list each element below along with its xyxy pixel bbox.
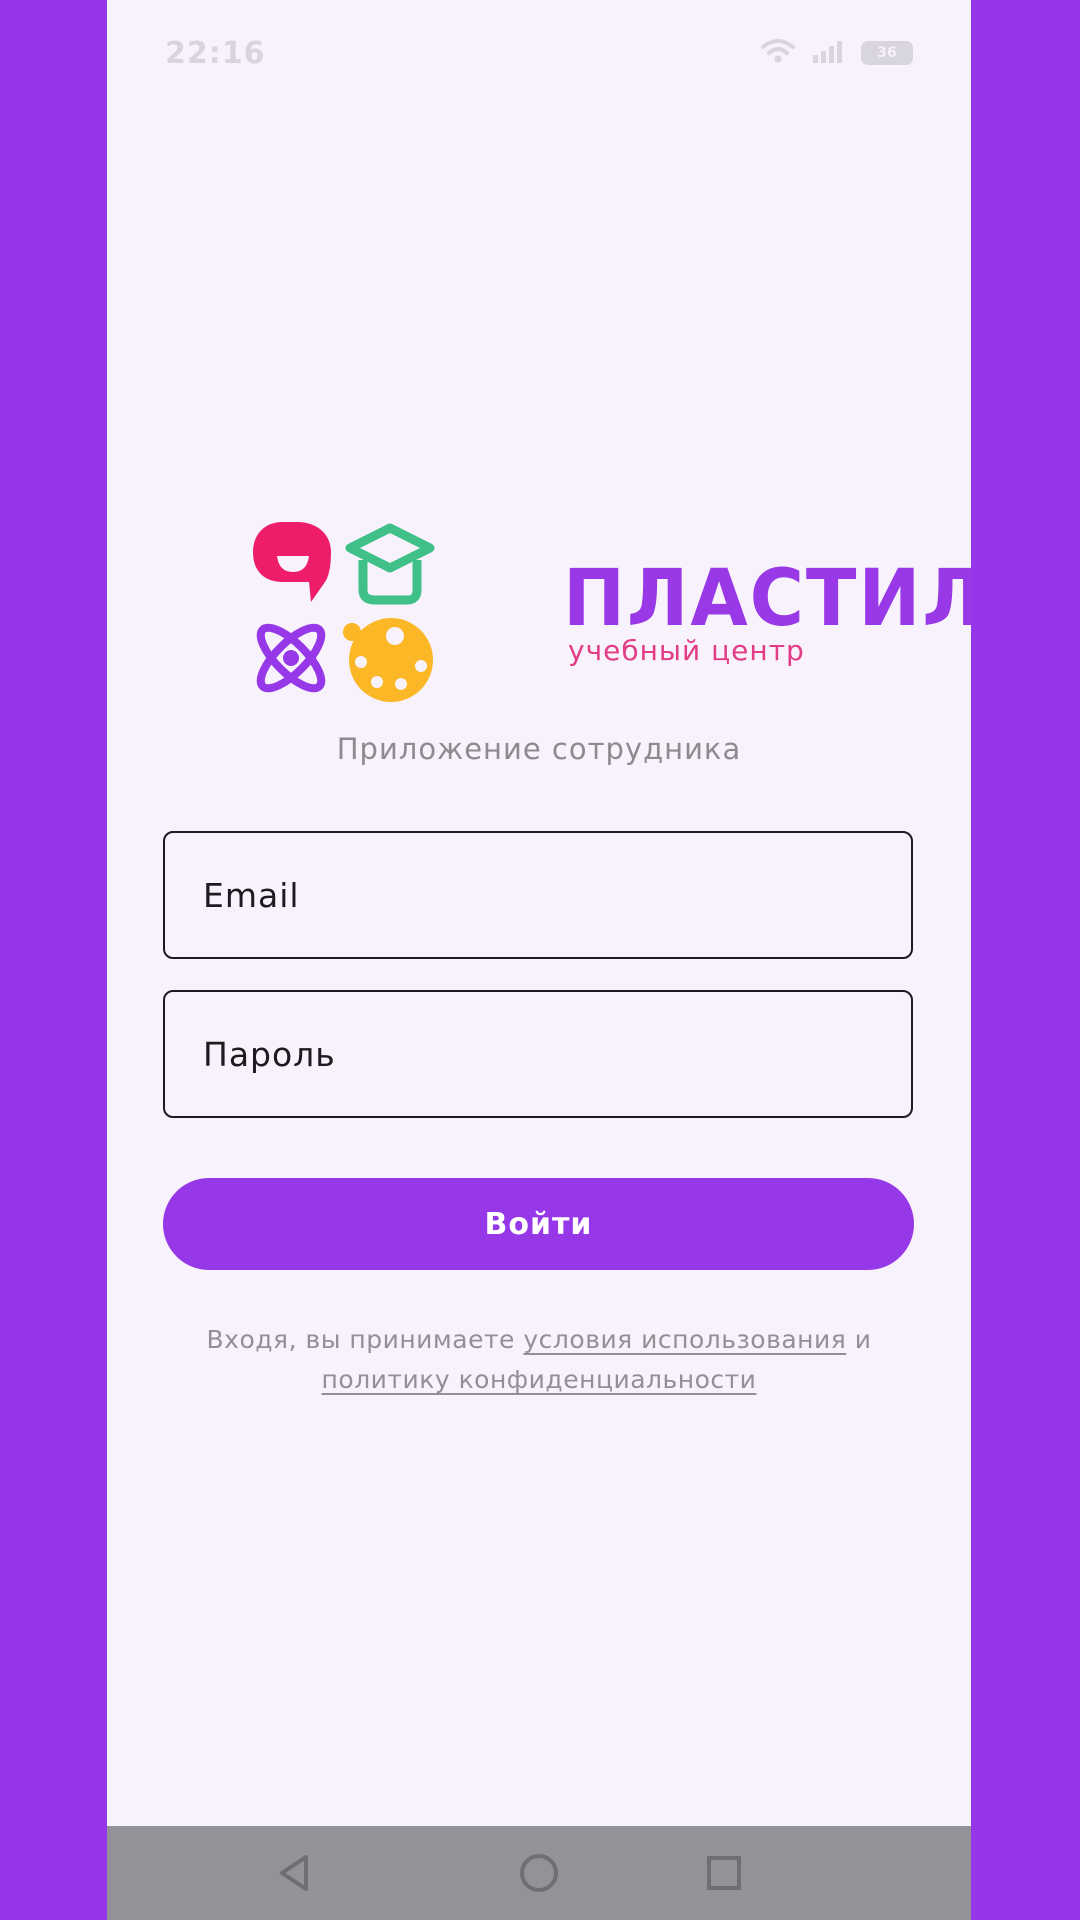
terms-link[interactable]: условия использования xyxy=(523,1325,846,1354)
app-screen: 22:16 36 ПЛАСТИ учебный центр Приложение… xyxy=(107,0,971,1920)
signal-icon xyxy=(811,39,845,67)
wifi-icon xyxy=(761,38,795,68)
login-button[interactable]: Войти xyxy=(163,1178,914,1270)
recents-icon xyxy=(707,1856,741,1890)
brand-subtitle: учебный центр xyxy=(568,634,805,667)
back-icon xyxy=(280,1855,308,1891)
back-button[interactable] xyxy=(254,1826,334,1920)
brand-logo: ПЛАСТИЛИН учебный центр xyxy=(245,516,971,706)
home-icon xyxy=(520,1854,558,1892)
brand-name: ПЛАСТИЛИН xyxy=(563,554,971,644)
password-input[interactable] xyxy=(203,992,863,1116)
battery-icon: 36 xyxy=(861,41,913,65)
status-time: 22:16 xyxy=(165,36,266,71)
email-field[interactable] xyxy=(163,831,913,959)
recents-button[interactable] xyxy=(684,1826,764,1920)
graduation-cap-icon xyxy=(345,523,435,605)
password-field[interactable] xyxy=(163,990,913,1118)
app-subtitle: Приложение сотрудника xyxy=(336,732,742,766)
palette-icon xyxy=(343,618,433,702)
legal-prefix: Входя, вы принимаете xyxy=(206,1325,524,1354)
system-nav-bar xyxy=(107,1826,971,1920)
legal-connector: и xyxy=(846,1325,872,1354)
legal-notice: Входя, вы принимаете условия использован… xyxy=(147,1320,931,1400)
status-bar: 22:16 36 xyxy=(107,0,971,105)
home-button[interactable] xyxy=(499,1826,579,1920)
status-icons: 36 xyxy=(761,38,913,68)
speech-bubble-icon xyxy=(253,522,331,602)
email-input[interactable] xyxy=(203,833,863,957)
privacy-link[interactable]: политику конфиденциальности xyxy=(322,1365,757,1394)
atom-icon xyxy=(256,623,326,693)
